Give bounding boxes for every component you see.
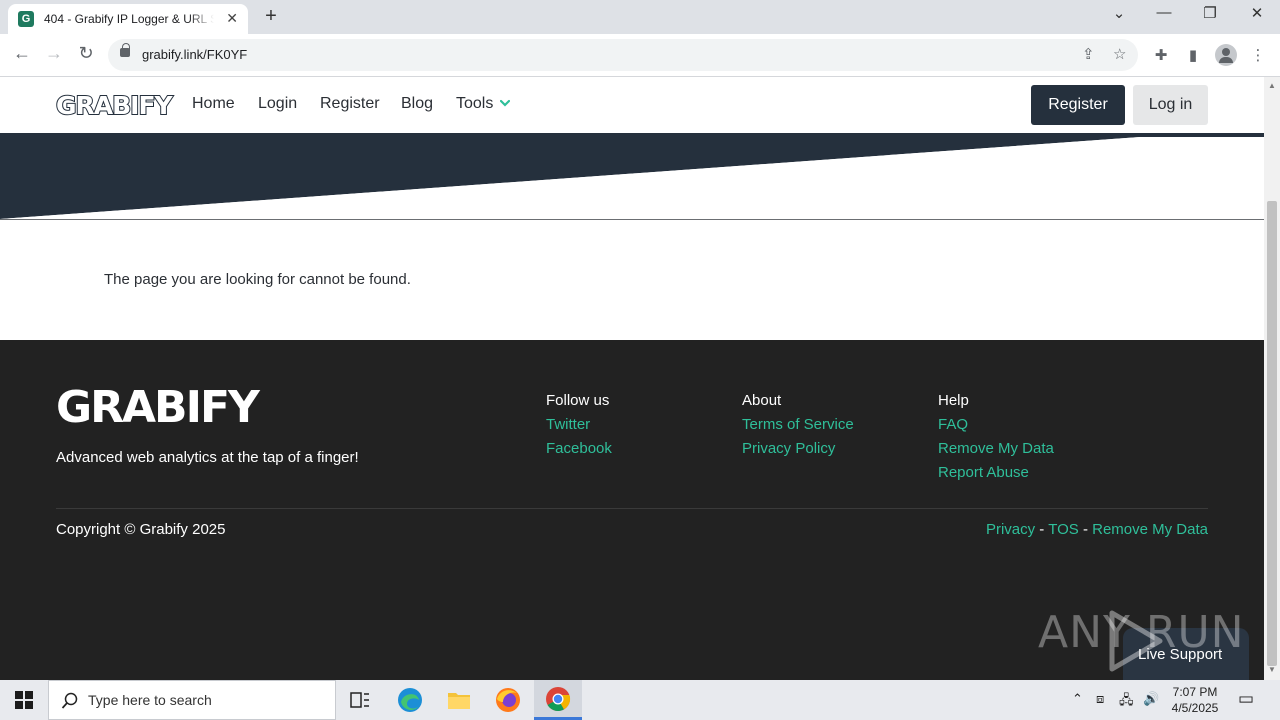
grabify-logo[interactable]: GRABIFY xyxy=(55,90,174,121)
minimize-button[interactable]: — xyxy=(1154,4,1174,21)
nav-tools[interactable]: Tools xyxy=(456,95,493,113)
nav-login[interactable]: Login xyxy=(258,95,297,113)
login-button[interactable]: Log in xyxy=(1133,85,1208,125)
windows-start-icon[interactable] xyxy=(0,680,48,720)
show-hidden-icons-chevron-icon[interactable]: ⌃ xyxy=(1072,691,1083,707)
report-abuse-link[interactable]: Report Abuse xyxy=(938,464,1029,481)
profile-avatar-icon[interactable] xyxy=(1215,44,1237,66)
twitter-link[interactable]: Twitter xyxy=(546,416,590,433)
footer-bottom-links: Privacy - TOS - Remove My Data xyxy=(986,521,1208,538)
new-tab-button[interactable]: + xyxy=(260,5,282,28)
page-viewport: GRABIFY Home Login Register Blog Tools R… xyxy=(0,77,1264,680)
search-placeholder: Type here to search xyxy=(88,692,212,708)
lock-icon[interactable] xyxy=(120,43,130,57)
about-heading: About xyxy=(742,392,782,409)
chrome-icon[interactable] xyxy=(534,680,582,720)
hero-banner xyxy=(0,133,1264,221)
clock-date: 4/5/2025 xyxy=(1171,701,1219,715)
taskbar-search-input[interactable]: Type here to search xyxy=(48,680,336,720)
windows-taskbar: Type here to search ⌃ ⧈ 🖧 🔊 7:07 PM 4/5/… xyxy=(0,680,1280,720)
task-view-icon[interactable] xyxy=(336,680,384,720)
scroll-thumb[interactable] xyxy=(1267,201,1277,666)
browser-toolbar: ← → ↻ grabify.link/FK0YF ⇪ ☆ ✚ ▮ ⋮ xyxy=(0,34,1280,77)
scroll-up-icon[interactable]: ▲ xyxy=(1268,81,1276,90)
file-explorer-icon[interactable] xyxy=(435,680,483,720)
bookmark-star-icon[interactable]: ☆ xyxy=(1113,45,1126,63)
separator: - xyxy=(1078,521,1093,538)
reload-icon[interactable]: ↻ xyxy=(74,43,98,64)
remove-my-data-link[interactable]: Remove My Data xyxy=(938,440,1054,457)
menu-kebab-icon[interactable]: ⋮ xyxy=(1248,46,1268,64)
not-found-message: The page you are looking for cannot be f… xyxy=(104,271,411,288)
volume-icon[interactable]: 🔊 xyxy=(1143,691,1159,707)
nav-register[interactable]: Register xyxy=(320,95,380,113)
footer-tagline: Advanced web analytics at the tap of a f… xyxy=(56,449,359,466)
browser-tab-strip: G 404 - Grabify IP Logger & URL Shortene… xyxy=(0,0,1280,34)
address-bar[interactable]: grabify.link/FK0YF ⇪ ☆ xyxy=(108,39,1138,71)
browser-tab[interactable]: G 404 - Grabify IP Logger & URL Shortene… xyxy=(8,4,248,34)
faq-link[interactable]: FAQ xyxy=(938,416,968,433)
page-scrollbar[interactable]: ▲ ▼ xyxy=(1264,77,1280,680)
footer-logo[interactable]: GRABIFY xyxy=(54,380,262,435)
scroll-down-icon[interactable]: ▼ xyxy=(1268,665,1276,674)
play-icon xyxy=(1109,610,1163,672)
side-panel-icon[interactable]: ▮ xyxy=(1183,46,1203,64)
separator: - xyxy=(1035,521,1049,538)
copyright-text: Copyright © Grabify 2025 xyxy=(56,521,226,538)
back-arrow-icon[interactable]: ← xyxy=(10,43,34,64)
bottom-tos-link[interactable]: TOS xyxy=(1048,521,1079,538)
facebook-link[interactable]: Facebook xyxy=(546,440,612,457)
url-text[interactable]: grabify.link/FK0YF xyxy=(142,47,247,62)
clock-time: 7:07 PM xyxy=(1172,685,1218,699)
footer-divider xyxy=(56,508,1208,509)
notifications-icon[interactable]: ▭ xyxy=(1238,689,1254,709)
register-button[interactable]: Register xyxy=(1031,85,1125,125)
hero-divider xyxy=(0,219,1264,220)
chevron-down-icon[interactable] xyxy=(500,98,510,108)
edge-browser-icon[interactable] xyxy=(386,680,434,720)
tab-search-icon[interactable]: ⌄ xyxy=(1109,4,1129,22)
help-heading: Help xyxy=(938,392,969,409)
taskbar-clock[interactable]: 7:07 PM 4/5/2025 xyxy=(1166,684,1224,716)
close-window-button[interactable]: ✕ xyxy=(1247,4,1267,22)
grabify-favicon-icon: G xyxy=(18,11,34,27)
meet-now-icon[interactable]: ⧈ xyxy=(1096,691,1104,707)
bottom-remove-data-link[interactable]: Remove My Data xyxy=(1092,521,1208,538)
close-tab-icon[interactable]: ✕ xyxy=(226,10,238,27)
search-icon xyxy=(61,692,78,709)
nav-blog[interactable]: Blog xyxy=(401,95,433,113)
share-icon[interactable]: ⇪ xyxy=(1082,45,1095,63)
live-support-label[interactable]: Live Support xyxy=(1138,646,1222,663)
bottom-privacy-link[interactable]: Privacy xyxy=(986,521,1035,538)
forward-arrow-icon[interactable]: → xyxy=(42,43,66,64)
site-header: GRABIFY Home Login Register Blog Tools R… xyxy=(0,77,1264,133)
restore-button[interactable]: ❐ xyxy=(1200,4,1220,22)
follow-us-heading: Follow us xyxy=(546,392,610,409)
network-icon[interactable]: 🖧 xyxy=(1119,691,1134,713)
extensions-puzzle-icon[interactable]: ✚ xyxy=(1151,46,1171,64)
nav-home[interactable]: Home xyxy=(192,95,235,113)
terms-link[interactable]: Terms of Service xyxy=(742,416,854,433)
privacy-policy-link[interactable]: Privacy Policy xyxy=(742,440,835,457)
tab-title: 404 - Grabify IP Logger & URL Shortener xyxy=(44,12,214,26)
firefox-icon[interactable] xyxy=(484,680,532,720)
